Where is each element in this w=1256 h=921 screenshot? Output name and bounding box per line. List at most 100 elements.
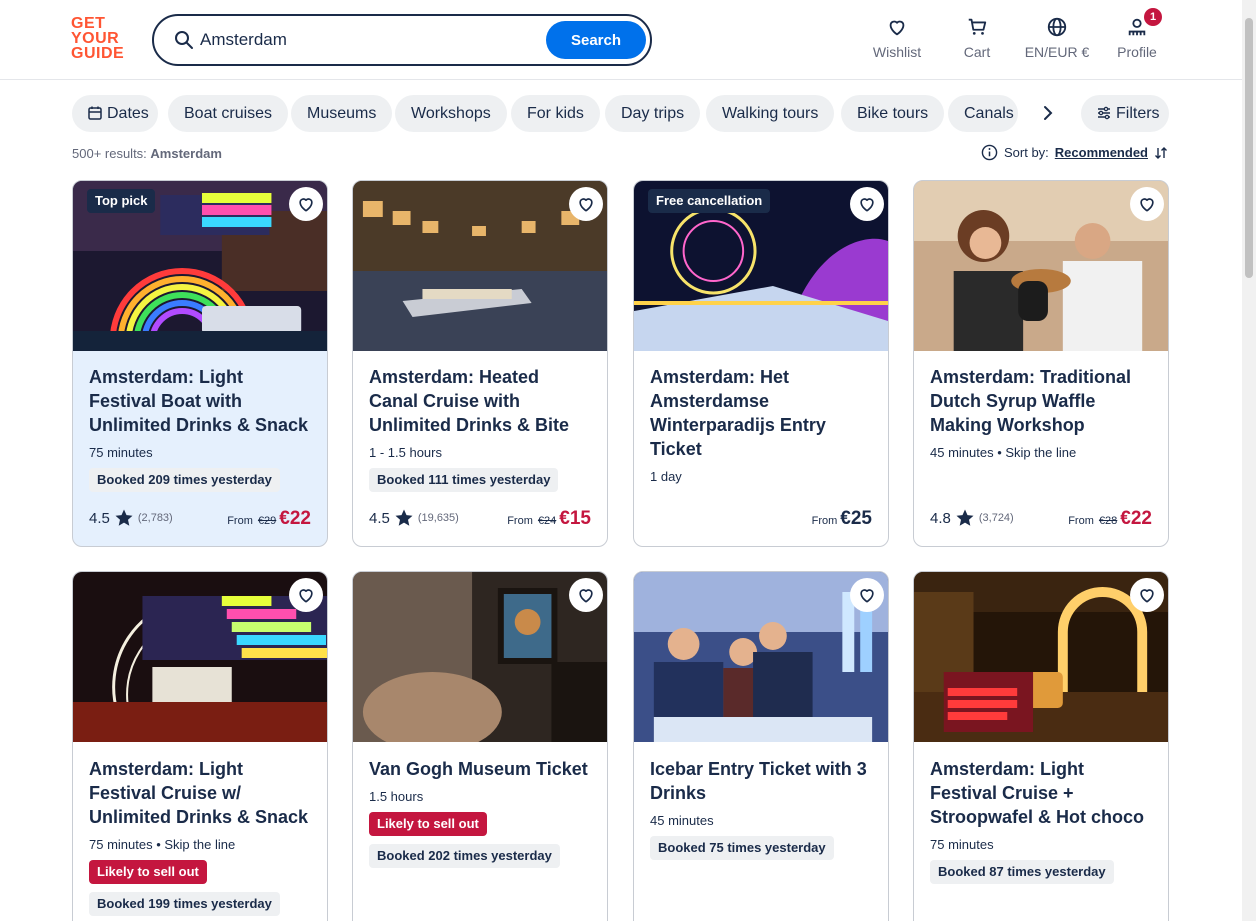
wishlist-button[interactable] xyxy=(289,187,323,221)
chip-bike-tours[interactable]: Bike tours xyxy=(841,95,945,132)
activity-card[interactable]: Amsterdam: Light Festival Cruise + Stroo… xyxy=(913,571,1169,921)
rating: 4.5 (19,635) xyxy=(369,508,459,528)
logo-line-2: YOUR xyxy=(71,30,120,47)
chip-canals[interactable]: Canals xyxy=(948,95,1018,132)
scrollbar-thumb[interactable] xyxy=(1245,18,1253,278)
results-number: 500+ results: xyxy=(72,146,147,161)
likely-to-sell-out-badge: Likely to sell out xyxy=(89,860,207,884)
free-cancellation-badge: Free cancellation xyxy=(648,189,771,213)
card-body: Amsterdam: Traditional Dutch Syrup Waffl… xyxy=(930,365,1154,460)
current-price: €22 xyxy=(279,508,311,529)
chip-museums[interactable]: Museums xyxy=(291,95,393,132)
activity-card[interactable]: Top pick Amsterdam: Light Festival Boat … xyxy=(72,180,328,547)
booked-badge: Booked 202 times yesterday xyxy=(369,844,560,868)
card-title: Amsterdam: Het Amsterdamse Winterparadij… xyxy=(650,367,826,459)
wishlist-button[interactable] xyxy=(569,578,603,612)
cart-nav[interactable]: Cart xyxy=(960,16,994,60)
review-count: (19,635) xyxy=(417,512,459,524)
card-title: Amsterdam: Light Festival Boat with Unli… xyxy=(89,367,309,435)
card-body: Van Gogh Museum Ticket 1.5 hours Likely … xyxy=(369,757,593,868)
review-count: (2,783) xyxy=(137,512,173,524)
search-box: Search xyxy=(152,14,652,66)
cart-icon xyxy=(968,18,987,35)
card-footer: 4.5 (19,635) From €24 €15 xyxy=(369,506,591,530)
wishlist-button[interactable] xyxy=(1130,187,1164,221)
activity-card[interactable]: Amsterdam: Heated Canal Cruise with Unli… xyxy=(352,180,608,547)
wishlist-button[interactable] xyxy=(569,187,603,221)
activity-card[interactable]: Van Gogh Museum Ticket 1.5 hours Likely … xyxy=(352,571,608,921)
chevron-right-icon[interactable] xyxy=(1038,103,1058,123)
booked-badge: Booked 87 times yesterday xyxy=(930,860,1114,884)
page-scrollbar[interactable] xyxy=(1242,0,1256,921)
price: From €28 €22 xyxy=(1068,508,1152,530)
card-body: Amsterdam: Heated Canal Cruise with Unli… xyxy=(369,365,593,492)
activity-card[interactable]: Icebar Entry Ticket with 3 Drinks 45 min… xyxy=(633,571,889,921)
card-duration: 1 - 1.5 hours xyxy=(369,445,442,460)
activity-card[interactable]: Amsterdam: Traditional Dutch Syrup Waffl… xyxy=(913,180,1169,547)
rating-value: 4.5 xyxy=(89,509,110,527)
search-button[interactable]: Search xyxy=(546,21,646,59)
card-title: Amsterdam: Heated Canal Cruise with Unli… xyxy=(369,367,570,435)
filters-button[interactable]: Filters xyxy=(1081,95,1169,132)
card-footer: From €25 xyxy=(650,506,872,530)
logo-line-3: GUIDE xyxy=(71,45,125,62)
getyourguide-logo[interactable]: GET YOUR GUIDE xyxy=(71,16,131,64)
heart-icon xyxy=(889,20,905,36)
card-duration: 75 minutes xyxy=(930,837,994,852)
wishlist-button[interactable] xyxy=(1130,578,1164,612)
old-price: €28 xyxy=(1098,515,1118,527)
globe-icon xyxy=(1047,17,1067,37)
current-price: €15 xyxy=(559,508,591,529)
activity-card[interactable]: Amsterdam: Light Festival Cruise w/ Unli… xyxy=(72,571,328,921)
wishlist-button[interactable] xyxy=(289,578,323,612)
rating-value: 4.5 xyxy=(369,509,390,527)
review-count: (3,724) xyxy=(978,512,1014,524)
results-count: 500+ results: Amsterdam xyxy=(72,146,222,161)
logo-line-1: GET xyxy=(71,15,106,32)
chip-day-trips[interactable]: Day trips xyxy=(605,95,701,132)
rating: 4.5 (2,783) xyxy=(89,508,173,528)
heart-icon xyxy=(299,589,313,603)
wishlist-button[interactable] xyxy=(850,578,884,612)
wishlist-label: Wishlist xyxy=(872,44,922,60)
filters-label: Filters xyxy=(1116,105,1160,122)
chip-label: Dates xyxy=(107,105,149,122)
sort-icon[interactable] xyxy=(1154,146,1168,160)
sort-value[interactable]: Recommended xyxy=(1055,145,1148,160)
card-body: Icebar Entry Ticket with 3 Drinks 45 min… xyxy=(650,757,874,860)
likely-to-sell-out-badge: Likely to sell out xyxy=(369,812,487,836)
heart-icon xyxy=(1140,589,1154,603)
wishlist-nav[interactable]: Wishlist xyxy=(872,16,922,60)
activity-card[interactable]: Free cancellation Amsterdam: Het Amsterd… xyxy=(633,180,889,547)
heart-icon xyxy=(860,198,874,212)
sort-control[interactable]: Sort by: Recommended xyxy=(981,144,1168,161)
card-duration: 75 minutes • Skip the line xyxy=(89,837,236,852)
chip-boat-cruises[interactable]: Boat cruises xyxy=(168,95,289,132)
chip-workshops[interactable]: Workshops xyxy=(395,95,507,132)
card-title: Icebar Entry Ticket with 3 Drinks xyxy=(650,759,867,803)
search-icon xyxy=(175,31,193,49)
heart-icon xyxy=(299,198,313,212)
current-price: €22 xyxy=(1120,508,1152,529)
language-nav[interactable]: EN/EUR € xyxy=(1023,16,1091,60)
price: From €25 xyxy=(812,508,872,530)
sort-label: Sort by: xyxy=(1004,145,1049,160)
wishlist-button[interactable] xyxy=(850,187,884,221)
star-icon xyxy=(395,509,413,526)
cart-label: Cart xyxy=(963,44,991,60)
star-icon xyxy=(956,509,974,526)
notification-badge: 1 xyxy=(1144,8,1162,26)
top-header: GET YOUR GUIDE Search Wishlist Cart EN/E… xyxy=(0,0,1242,80)
chip-walking-tours[interactable]: Walking tours xyxy=(706,95,835,132)
card-title: Amsterdam: Light Festival Cruise w/ Unli… xyxy=(89,759,309,827)
card-body: Amsterdam: Light Festival Cruise + Stroo… xyxy=(930,757,1154,884)
profile-nav[interactable]: Profile 1 xyxy=(1116,8,1162,60)
heart-icon xyxy=(1140,198,1154,212)
chip-for-kids[interactable]: For kids xyxy=(511,95,600,132)
price-from: From xyxy=(507,515,533,527)
chip-dates[interactable]: Dates xyxy=(72,95,158,132)
card-body: Amsterdam: Light Festival Boat with Unli… xyxy=(89,365,313,492)
info-icon[interactable] xyxy=(981,144,998,161)
search-input[interactable] xyxy=(200,28,530,52)
card-title: Van Gogh Museum Ticket xyxy=(369,759,588,779)
